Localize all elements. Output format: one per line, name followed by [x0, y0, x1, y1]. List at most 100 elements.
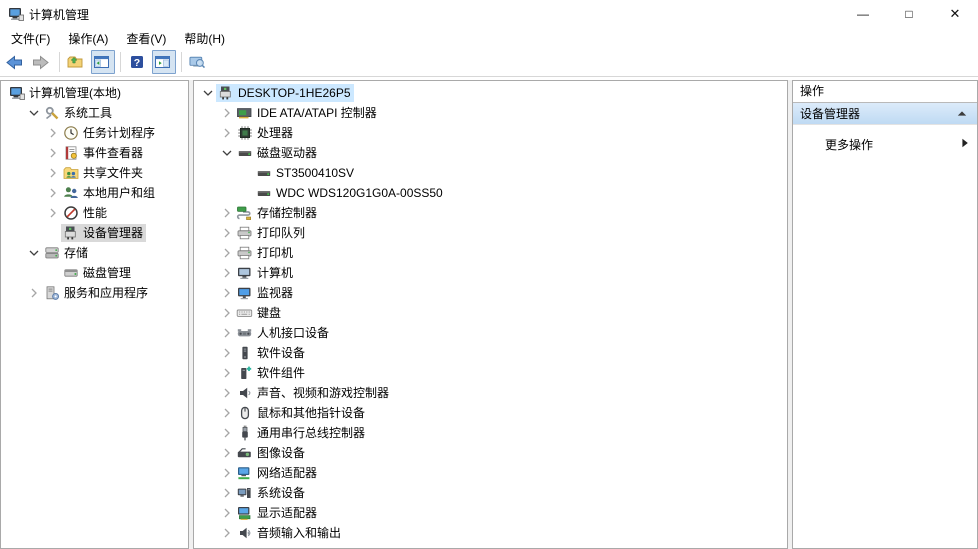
tree-node[interactable]: 任务计划程序 — [61, 124, 158, 142]
chevron-down-icon[interactable] — [26, 105, 42, 121]
tree-node[interactable]: 鼠标和其他指针设备 — [235, 404, 368, 422]
chevron-down-icon[interactable] — [26, 245, 42, 261]
folder-button[interactable] — [65, 50, 89, 74]
tree-item[interactable]: DESKTOP-1HE26P5 — [194, 83, 787, 103]
chevron-right-icon[interactable] — [219, 445, 235, 461]
tree-node[interactable]: 事件查看器 — [61, 144, 146, 162]
tree-item[interactable]: ST3500410SV — [194, 163, 787, 183]
chevron-right-icon[interactable] — [219, 365, 235, 381]
tree-node[interactable]: 本地用户和组 — [61, 184, 158, 202]
tree-item[interactable]: 磁盘管理 — [1, 263, 188, 283]
search-computer-button[interactable] — [187, 50, 211, 74]
tree-node[interactable]: 系统工具 — [42, 104, 115, 122]
tree-node[interactable]: IDE ATA/ATAPI 控制器 — [235, 104, 380, 122]
tree-item[interactable]: 监视器 — [194, 283, 787, 303]
tree-item[interactable]: 通用串行总线控制器 — [194, 423, 787, 443]
chevron-right-icon[interactable] — [219, 525, 235, 541]
tree-node[interactable]: 软件组件 — [235, 364, 308, 382]
tree-item[interactable]: 软件组件 — [194, 363, 787, 383]
chevron-right-icon[interactable] — [219, 105, 235, 121]
tree-item[interactable]: 本地用户和组 — [1, 183, 188, 203]
chevron-right-icon[interactable] — [45, 185, 61, 201]
chevron-right-icon[interactable] — [219, 305, 235, 321]
tree-item[interactable]: 人机接口设备 — [194, 323, 787, 343]
tree-node[interactable]: 显示适配器 — [235, 504, 320, 522]
tree-node[interactable]: ST3500410SV — [254, 164, 357, 182]
chevron-right-icon[interactable] — [219, 205, 235, 221]
tree-node[interactable]: WDC WDS120G1G0A-00SS50 — [254, 184, 446, 202]
show-action-pane-button[interactable] — [152, 50, 176, 74]
chevron-right-icon[interactable] — [219, 385, 235, 401]
chevron-right-icon[interactable] — [219, 425, 235, 441]
tree-node[interactable]: 系统设备 — [235, 484, 308, 502]
tree-item[interactable]: 键盘 — [194, 303, 787, 323]
tree-item[interactable]: 软件设备 — [194, 343, 787, 363]
tree-node[interactable]: 声音、视频和游戏控制器 — [235, 384, 392, 402]
chevron-right-icon[interactable] — [45, 145, 61, 161]
forward-arrow-button[interactable] — [30, 50, 54, 74]
tree-item[interactable]: 图像设备 — [194, 443, 787, 463]
chevron-right-icon[interactable] — [45, 125, 61, 141]
tree-node[interactable]: 图像设备 — [235, 444, 308, 462]
chevron-right-icon[interactable] — [219, 325, 235, 341]
tree-node[interactable]: 磁盘管理 — [61, 264, 134, 282]
tree-node[interactable]: 打印队列 — [235, 224, 308, 242]
tree-item[interactable]: 计算机管理(本地) — [1, 83, 188, 103]
more-actions[interactable]: 更多操作 — [793, 134, 977, 154]
show-console-tree-button[interactable] — [91, 50, 115, 74]
close-button[interactable]: ✕ — [932, 0, 978, 28]
tree-item[interactable]: 系统设备 — [194, 483, 787, 503]
tree-item[interactable]: 网络适配器 — [194, 463, 787, 483]
tree-item[interactable]: 处理器 — [194, 123, 787, 143]
chevron-down-icon[interactable] — [200, 85, 216, 101]
chevron-right-icon[interactable] — [219, 225, 235, 241]
tree-item[interactable]: 鼠标和其他指针设备 — [194, 403, 787, 423]
tree-node[interactable]: 打印机 — [235, 244, 296, 262]
tree-node[interactable]: 共享文件夹 — [61, 164, 146, 182]
tree-item[interactable]: 存储控制器 — [194, 203, 787, 223]
chevron-right-icon[interactable] — [219, 405, 235, 421]
tree-item[interactable]: 声音、视频和游戏控制器 — [194, 383, 787, 403]
chevron-right-icon[interactable] — [26, 285, 42, 301]
tree-item[interactable]: 打印机 — [194, 243, 787, 263]
chevron-right-icon[interactable] — [219, 345, 235, 361]
tree-node[interactable]: 计算机管理(本地) — [7, 84, 124, 102]
chevron-right-icon[interactable] — [219, 485, 235, 501]
collapse-triangle-icon[interactable] — [957, 107, 967, 121]
actions-section-header[interactable]: 设备管理器 — [793, 103, 977, 125]
back-arrow-button[interactable] — [4, 50, 28, 74]
tree-node[interactable]: 通用串行总线控制器 — [235, 424, 368, 442]
tree-item[interactable]: 计算机 — [194, 263, 787, 283]
tree-item[interactable]: 音频输入和输出 — [194, 523, 787, 543]
tree-item[interactable]: WDC WDS120G1G0A-00SS50 — [194, 183, 787, 203]
tree-node[interactable]: 存储控制器 — [235, 204, 320, 222]
tree-item[interactable]: 显示适配器 — [194, 503, 787, 523]
tree-item[interactable]: 共享文件夹 — [1, 163, 188, 183]
tree-item[interactable]: IDE ATA/ATAPI 控制器 — [194, 103, 787, 123]
tree-node[interactable]: 监视器 — [235, 284, 296, 302]
tree-node[interactable]: 计算机 — [235, 264, 296, 282]
tree-node[interactable]: 设备管理器 — [61, 224, 147, 242]
tree-item[interactable]: 打印队列 — [194, 223, 787, 243]
menu-help[interactable]: 帮助(H) — [175, 28, 234, 49]
tree-item[interactable]: 服务和应用程序 — [1, 283, 188, 303]
maximize-button[interactable]: □ — [886, 0, 932, 28]
tree-node[interactable]: 音频输入和输出 — [235, 524, 344, 542]
chevron-right-icon[interactable] — [219, 265, 235, 281]
chevron-right-icon[interactable] — [45, 165, 61, 181]
tree-item[interactable]: 任务计划程序 — [1, 123, 188, 143]
tree-node[interactable]: 存储 — [42, 244, 91, 262]
help-button[interactable]: ? — [126, 50, 150, 74]
tree-node[interactable]: DESKTOP-1HE26P5 — [216, 84, 354, 102]
tree-item[interactable]: 性能 — [1, 203, 188, 223]
menu-file[interactable]: 文件(F) — [2, 28, 59, 49]
chevron-right-icon[interactable] — [219, 245, 235, 261]
tree-node[interactable]: 服务和应用程序 — [42, 284, 151, 302]
chevron-right-icon[interactable] — [219, 125, 235, 141]
tree-item[interactable]: 事件查看器 — [1, 143, 188, 163]
menu-action[interactable]: 操作(A) — [59, 28, 117, 49]
tree-node[interactable]: 处理器 — [235, 124, 296, 142]
tree-node[interactable]: 键盘 — [235, 304, 284, 322]
tree-item[interactable]: 磁盘驱动器 — [194, 143, 787, 163]
tree-node[interactable]: 软件设备 — [235, 344, 308, 362]
